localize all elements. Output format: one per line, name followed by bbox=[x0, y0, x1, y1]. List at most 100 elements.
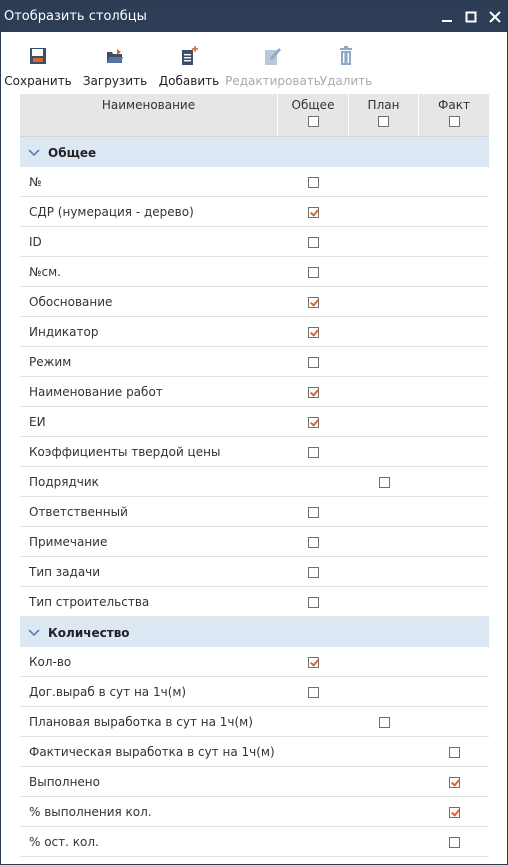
general-checkbox[interactable] bbox=[308, 536, 319, 548]
edit-icon bbox=[265, 48, 281, 65]
table-row: Режим bbox=[20, 347, 489, 377]
close-button[interactable] bbox=[483, 1, 507, 32]
general-checkbox[interactable] bbox=[308, 506, 319, 518]
general-checkbox[interactable] bbox=[308, 296, 319, 308]
delete-button[interactable]: Удалить bbox=[320, 32, 372, 92]
close-icon bbox=[489, 10, 501, 23]
row-name: % ост. кол. bbox=[29, 834, 99, 849]
grid-body: Общее № СДР (нумерация - дерево) ID №см. Обос… bbox=[20, 137, 489, 857]
header-plan-checkbox[interactable] bbox=[378, 115, 389, 127]
header-fact-label: Факт bbox=[438, 98, 470, 112]
maximize-button[interactable] bbox=[459, 1, 483, 32]
folder-open-icon bbox=[107, 49, 123, 63]
row-name: Коэффициенты твердой цены bbox=[29, 444, 221, 459]
minimize-icon bbox=[442, 19, 452, 22]
table-row: Выполнено bbox=[20, 767, 489, 797]
plan-checkbox[interactable] bbox=[378, 476, 390, 488]
load-button[interactable]: Загрузить bbox=[78, 32, 152, 92]
row-name: Выполнено bbox=[29, 774, 100, 789]
general-checkbox[interactable] bbox=[308, 266, 319, 278]
cell-fact bbox=[419, 745, 489, 759]
cell-general bbox=[278, 355, 349, 369]
row-name: Наименование работ bbox=[29, 384, 163, 399]
table-row: Ответственный bbox=[20, 497, 489, 527]
group-label: Количество bbox=[48, 625, 130, 640]
table-row: №см. bbox=[20, 257, 489, 287]
load-label: Загрузить bbox=[82, 74, 148, 88]
general-checkbox[interactable] bbox=[308, 386, 319, 398]
row-name: Дог.выраб в сут на 1ч(м) bbox=[29, 684, 187, 699]
header-fact-checkbox[interactable] bbox=[448, 115, 460, 127]
general-checkbox[interactable] bbox=[308, 326, 319, 338]
save-button[interactable]: Сохранить bbox=[1, 32, 78, 92]
columns-grid: Наименование Общее План Факт Общее № СДР (… bbox=[20, 94, 489, 857]
general-checkbox[interactable] bbox=[308, 356, 319, 368]
grid-header: Наименование Общее План Факт bbox=[20, 94, 489, 137]
header-plan: План bbox=[349, 94, 419, 136]
row-name: Ответственный bbox=[29, 504, 128, 519]
cell-general bbox=[278, 655, 349, 669]
cell-general bbox=[278, 505, 349, 519]
fact-checkbox[interactable] bbox=[448, 806, 460, 818]
table-row: Наименование работ bbox=[20, 377, 489, 407]
general-checkbox[interactable] bbox=[308, 446, 319, 458]
table-row: Обоснование bbox=[20, 287, 489, 317]
row-name: Индикатор bbox=[29, 324, 99, 339]
columns-dialog: Отобразить столбцы Сохранить Загрузить Д… bbox=[0, 0, 508, 865]
chevron-down-icon[interactable] bbox=[20, 148, 48, 157]
table-row: № bbox=[20, 167, 489, 197]
general-checkbox[interactable] bbox=[308, 566, 319, 578]
table-row: Плановая выработка в сут на 1ч(м) bbox=[20, 707, 489, 737]
general-checkbox[interactable] bbox=[308, 596, 319, 608]
save-label: Сохранить bbox=[4, 74, 72, 88]
general-checkbox[interactable] bbox=[308, 656, 319, 668]
cell-general bbox=[278, 175, 349, 189]
add-label: Добавить bbox=[158, 74, 220, 88]
add-button[interactable]: Добавить bbox=[152, 32, 226, 92]
group-header[interactable]: Общее bbox=[20, 137, 489, 167]
table-row: Дог.выраб в сут на 1ч(м) bbox=[20, 677, 489, 707]
header-fact: Факт bbox=[419, 94, 489, 136]
table-row: Тип строительства bbox=[20, 587, 489, 617]
edit-button[interactable]: Редактировать bbox=[225, 32, 321, 92]
general-checkbox[interactable] bbox=[308, 416, 319, 428]
trash-icon bbox=[340, 46, 352, 65]
fact-checkbox[interactable] bbox=[448, 746, 460, 758]
table-row: Подрядчик bbox=[20, 467, 489, 497]
edit-label: Редактировать bbox=[225, 74, 321, 88]
table-row: ЕИ bbox=[20, 407, 489, 437]
general-checkbox[interactable] bbox=[308, 686, 319, 698]
header-plan-label: План bbox=[367, 98, 400, 112]
minimize-button[interactable] bbox=[435, 1, 459, 32]
group-label: Общее bbox=[48, 145, 97, 160]
delete-label: Удалить bbox=[319, 74, 373, 88]
cell-general bbox=[278, 325, 349, 339]
table-row: % ост. кол. bbox=[20, 827, 489, 857]
header-name: Наименование bbox=[20, 94, 278, 136]
table-row: % выполнения кол. bbox=[20, 797, 489, 827]
cell-fact bbox=[419, 835, 489, 849]
group-header[interactable]: Количество bbox=[20, 617, 489, 647]
row-name: Подрядчик bbox=[29, 474, 99, 489]
row-name: ЕИ bbox=[29, 414, 46, 429]
plan-checkbox[interactable] bbox=[378, 716, 390, 728]
header-general-label: Общее bbox=[291, 98, 335, 112]
general-checkbox[interactable] bbox=[308, 236, 319, 248]
table-row: Фактическая выработка в сут на 1ч(м) bbox=[20, 737, 489, 767]
fact-checkbox[interactable] bbox=[448, 776, 460, 788]
header-general-checkbox[interactable] bbox=[307, 115, 319, 127]
header-general: Общее bbox=[278, 94, 349, 136]
chevron-down-icon[interactable] bbox=[20, 628, 48, 637]
general-checkbox[interactable] bbox=[308, 206, 319, 218]
add-document-icon bbox=[182, 46, 198, 65]
fact-checkbox[interactable] bbox=[448, 836, 460, 848]
cell-general bbox=[278, 445, 349, 459]
table-row: СДР (нумерация - дерево) bbox=[20, 197, 489, 227]
row-name: % выполнения кол. bbox=[29, 804, 152, 819]
row-name: Обоснование bbox=[29, 294, 113, 309]
row-name: № bbox=[29, 174, 42, 189]
table-row: Тип задачи bbox=[20, 557, 489, 587]
maximize-icon bbox=[465, 11, 477, 22]
cell-plan bbox=[349, 715, 419, 729]
general-checkbox[interactable] bbox=[308, 176, 319, 188]
